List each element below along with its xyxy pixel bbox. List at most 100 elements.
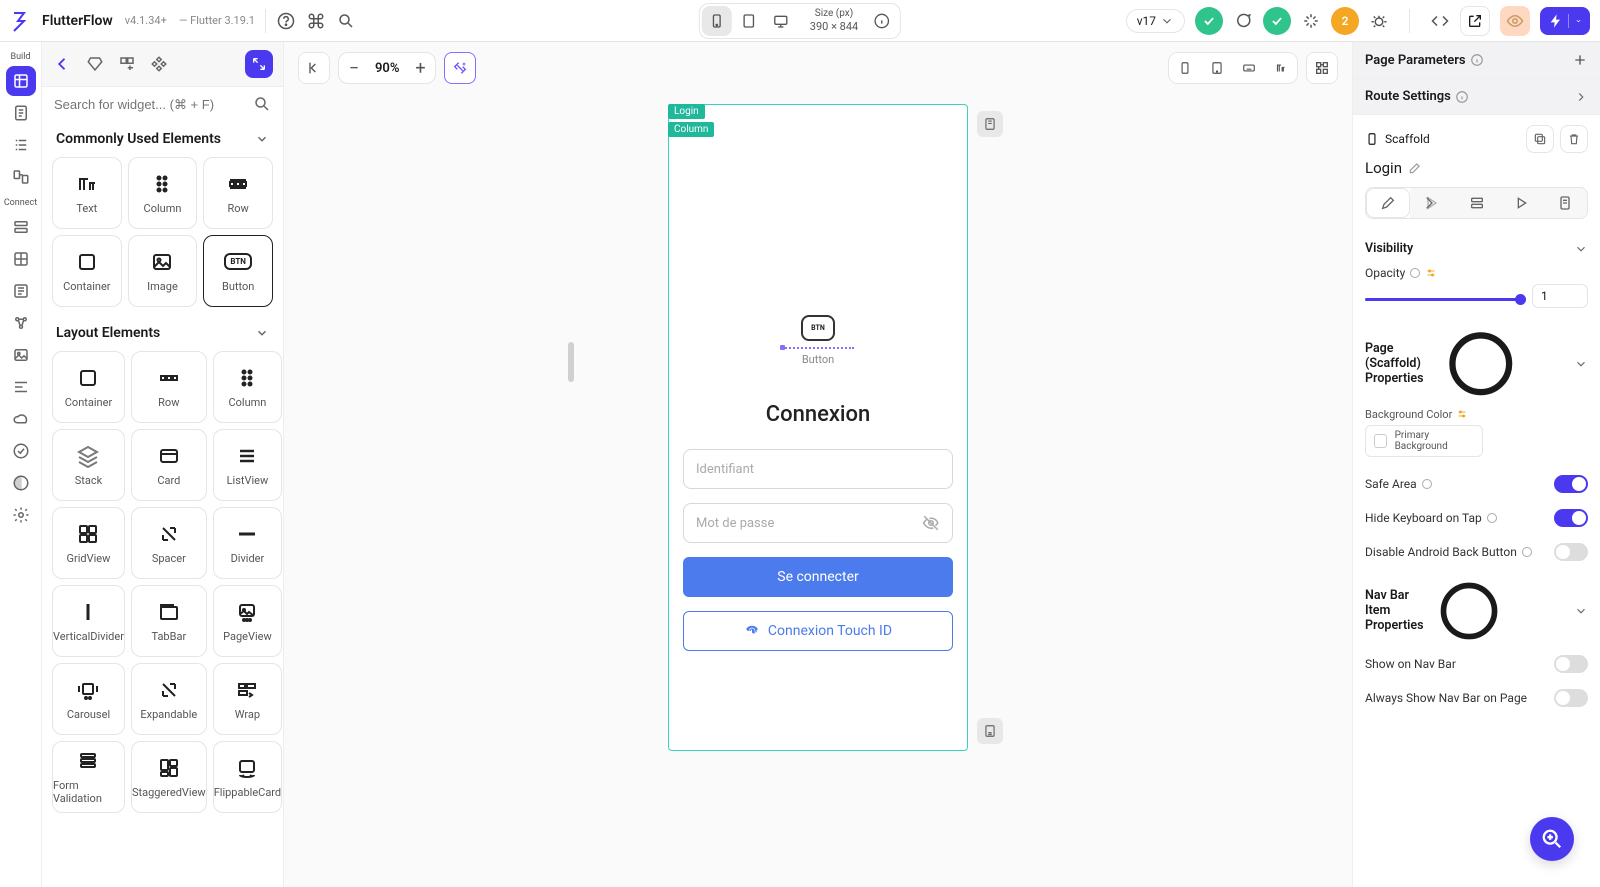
rail-widgets-icon[interactable]	[6, 66, 36, 96]
warnings-count[interactable]: 2	[1331, 7, 1359, 35]
back-icon[interactable]	[52, 53, 74, 75]
rail-cloud-icon[interactable]	[6, 404, 36, 434]
rail-storyboard-icon[interactable]	[6, 162, 36, 192]
code-icon[interactable]	[1430, 11, 1450, 31]
canvas-mobile-button[interactable]	[1169, 52, 1201, 84]
visibility-header[interactable]: Visibility	[1353, 233, 1600, 258]
widget-verticaldivider[interactable]: VerticalDivider	[52, 585, 125, 657]
tab-backend[interactable]	[1454, 188, 1498, 218]
widget-text[interactable]: Text	[52, 157, 122, 229]
command-icon[interactable]	[306, 11, 326, 31]
field-identifiant[interactable]: Identifiant	[683, 449, 953, 489]
navbar-props-header[interactable]: Nav Bar Item Properties	[1353, 569, 1600, 647]
rail-appstate-icon[interactable]	[6, 276, 36, 306]
frame-settings-bottom-icon[interactable]	[977, 718, 1003, 744]
button-placeholder[interactable]: BTN Button	[782, 315, 854, 366]
canvas-layout-button[interactable]	[1306, 52, 1338, 84]
help-icon[interactable]	[276, 11, 296, 31]
widget-button[interactable]: BTNButton	[203, 235, 273, 307]
widget-spacer[interactable]: Spacer	[131, 507, 207, 579]
safe-area-toggle[interactable]	[1554, 475, 1588, 493]
panel-resize-handle[interactable]	[568, 342, 574, 382]
widget-column-2[interactable]: Column	[213, 351, 282, 423]
settings-mini-icon[interactable]	[1456, 408, 1468, 420]
device-info-icon[interactable]	[872, 11, 892, 31]
field-password[interactable]: Mot de passe	[683, 503, 953, 543]
rail-media-icon[interactable]	[6, 340, 36, 370]
opacity-value[interactable]: 1	[1532, 284, 1588, 308]
widget-wrap[interactable]: Wrap	[213, 663, 282, 735]
expand-panel-button[interactable]	[245, 50, 273, 78]
widget-pageview[interactable]: PageView	[213, 585, 282, 657]
canvas-text-button[interactable]	[1265, 52, 1297, 84]
device-mobile-button[interactable]	[702, 6, 732, 36]
run-button[interactable]	[1540, 7, 1590, 35]
tag-login[interactable]: Login	[668, 104, 705, 119]
always-show-navbar-toggle[interactable]	[1554, 689, 1588, 707]
canvas-tablet-button[interactable]	[1201, 52, 1233, 84]
open-external-icon[interactable]	[1460, 6, 1490, 36]
rail-theme-icon[interactable]	[6, 468, 36, 498]
search-input[interactable]	[54, 97, 253, 112]
touchid-button[interactable]: Connexion Touch ID	[683, 611, 953, 651]
widget-expandable[interactable]: Expandable	[131, 663, 207, 735]
rail-firestore-icon[interactable]	[6, 212, 36, 242]
template-icon[interactable]	[116, 53, 138, 75]
delete-button[interactable]	[1560, 125, 1588, 153]
canvas[interactable]: − 90% + Login Column	[284, 42, 1352, 887]
widget-row-2[interactable]: Row	[131, 351, 207, 423]
widget-card[interactable]: Card	[131, 429, 207, 501]
rail-settings-icon[interactable]	[6, 500, 36, 530]
version-selector[interactable]: v17	[1126, 9, 1185, 33]
frame-settings-top-icon[interactable]	[977, 111, 1003, 137]
tab-actions[interactable]	[1410, 188, 1454, 218]
widget-gridview[interactable]: GridView	[52, 507, 125, 579]
rail-api-icon[interactable]	[6, 308, 36, 338]
rail-tests-icon[interactable]	[6, 436, 36, 466]
page-props-header[interactable]: Page (Scaffold) Properties	[1353, 318, 1600, 404]
opacity-slider[interactable]	[1365, 298, 1522, 301]
widget-carousel[interactable]: Carousel	[52, 663, 125, 735]
zoom-in-button[interactable]: +	[405, 58, 435, 79]
rail-tree-icon[interactable]	[6, 130, 36, 160]
show-navbar-toggle[interactable]	[1554, 655, 1588, 673]
canvas-keyboard-button[interactable]	[1233, 52, 1265, 84]
settings-mini-icon[interactable]	[1425, 267, 1437, 279]
widget-stack[interactable]: Stack	[52, 429, 125, 501]
preview-icon[interactable]	[1500, 6, 1530, 36]
add-parameter-button[interactable]	[1572, 52, 1588, 68]
eye-off-icon[interactable]	[922, 514, 940, 532]
rail-pages-icon[interactable]	[6, 98, 36, 128]
search-icon[interactable]	[336, 11, 356, 31]
widget-container[interactable]: Container	[52, 235, 122, 307]
rail-datatypes-icon[interactable]	[6, 244, 36, 274]
disable-back-toggle[interactable]	[1554, 543, 1588, 561]
widget-tabbar[interactable]: TabBar	[131, 585, 207, 657]
help-fab[interactable]	[1530, 817, 1574, 861]
connect-button[interactable]: Se connecter	[683, 557, 953, 597]
diamond-icon[interactable]	[84, 53, 106, 75]
widget-divider[interactable]: Divider	[213, 507, 282, 579]
bug-icon[interactable]	[1369, 11, 1389, 31]
ai-assist-button[interactable]	[444, 52, 476, 84]
widget-image[interactable]: Image	[128, 235, 198, 307]
widget-column[interactable]: Column	[128, 157, 198, 229]
widget-form-validation[interactable]: Form Validation	[52, 741, 125, 813]
widget-search[interactable]	[42, 87, 283, 121]
page-parameters-header[interactable]: Page Parameters	[1353, 42, 1600, 78]
edit-icon[interactable]	[1408, 161, 1422, 175]
sparkle-icon[interactable]	[1301, 11, 1321, 31]
collapse-panel-button[interactable]	[298, 52, 330, 84]
rail-functions-icon[interactable]	[6, 372, 36, 402]
status-ok-icon[interactable]	[1195, 7, 1223, 35]
widget-container-2[interactable]: Container	[52, 351, 125, 423]
section-layout-header[interactable]: Layout Elements	[42, 315, 283, 347]
bg-color-picker[interactable]: Primary Background	[1365, 425, 1483, 457]
tab-document[interactable]	[1543, 188, 1587, 218]
widget-staggeredview[interactable]: StaggeredView	[131, 741, 207, 813]
hide-keyboard-toggle[interactable]	[1554, 509, 1588, 527]
chat-icon[interactable]	[1233, 11, 1253, 31]
tab-animations[interactable]	[1499, 188, 1543, 218]
component-icon[interactable]	[148, 53, 170, 75]
section-common-header[interactable]: Commonly Used Elements	[42, 121, 283, 153]
